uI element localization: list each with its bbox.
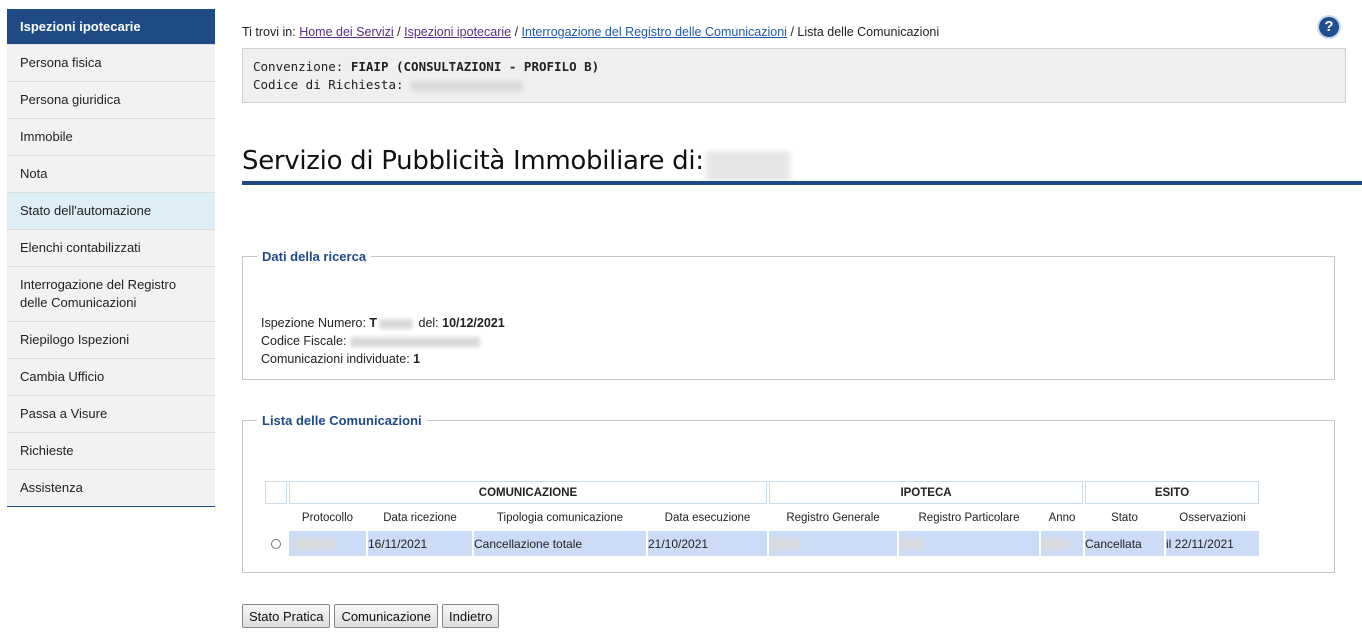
column-header-data-ricezione: Data ricezione: [383, 511, 457, 524]
column-header-tipologia: Tipologia comunicazione: [496, 511, 624, 524]
ispezione-prefix: T: [369, 316, 378, 330]
column-header-registro-particolare: Registro Particolare: [918, 511, 1020, 524]
group-comunicazione: COMUNICAZIONE: [289, 481, 767, 504]
comunicazioni-individuate: Comunicazioni individuate: 1: [261, 350, 505, 368]
sidebar-item-assistenza[interactable]: Assistenza: [7, 469, 215, 506]
breadcrumb: Ti trovi in: Home dei Servizi / Ispezion…: [242, 25, 939, 39]
row-select-cell: [265, 531, 287, 556]
sidebar-item-persona-fisica[interactable]: Persona fisica: [7, 44, 215, 81]
comunicazioni-label: Comunicazioni individuate:: [261, 352, 414, 366]
column-header-data-esecuzione: Data esecuzione: [664, 511, 751, 524]
cell-registro-particolare: [899, 531, 1039, 556]
cell-data-esecuzione: 21/10/2021: [648, 531, 767, 556]
ispezione-numero: Ispezione Numero: T del: 10/12/2021: [261, 314, 505, 332]
comunicazioni-table: COMUNICAZIONE IPOTECA ESITO Protocollo D…: [263, 479, 1261, 558]
dati-ricerca-legend: Dati della ricerca: [262, 249, 367, 264]
sidebar-item-richieste[interactable]: Richieste: [7, 432, 215, 469]
cell-data-ricezione: 16/11/2021: [368, 531, 472, 556]
table-row[interactable]: 16/11/2021 Cancellazione totale 21/10/20…: [265, 531, 1259, 556]
ufficio-redacted: [705, 150, 790, 181]
sidebar-item-persona-giuridica[interactable]: Persona giuridica: [7, 81, 215, 118]
sidebar-item-cambia-ufficio[interactable]: Cambia Ufficio: [7, 358, 215, 395]
codice-fiscale: Codice Fiscale:: [261, 332, 505, 350]
lista-comunicazioni-legend: Lista delle Comunicazioni: [262, 413, 422, 428]
sidebar-item-elenchi-contabilizzati[interactable]: Elenchi contabilizzati: [7, 229, 215, 266]
column-header-anno: Anno: [1048, 511, 1076, 524]
group-ipoteca: IPOTECA: [769, 481, 1083, 504]
sidebar-item-stato-automazione[interactable]: Stato dell'automazione: [7, 192, 215, 229]
row-select-radio[interactable]: [271, 539, 281, 550]
sidebar-item-nota[interactable]: Nota: [7, 155, 215, 192]
codice-richiesta-redacted: [411, 80, 524, 91]
lista-comunicazioni-panel: Lista delle Comunicazioni COMUNICAZIONE …: [242, 413, 1335, 573]
cell-protocollo: [289, 531, 366, 556]
ispezione-redacted: [379, 318, 414, 329]
column-header-registro-generale: Registro Generale: [786, 511, 880, 524]
indietro-button[interactable]: Indietro: [442, 604, 500, 628]
sidebar-header[interactable]: Ispezioni ipotecarie: [7, 9, 215, 44]
breadcrumb-separator: /: [393, 25, 405, 39]
breadcrumb-link-interrogazione[interactable]: Interrogazione del Registro delle Comuni…: [522, 25, 787, 39]
sidebar-item-interrogazione-registro[interactable]: Interrogazione del Registro delle Comuni…: [7, 266, 215, 321]
breadcrumb-prefix: Ti trovi in:: [242, 25, 300, 39]
convenzione-label: Convenzione:: [253, 59, 351, 74]
column-header-osservazioni: Osservazioni: [1179, 511, 1246, 524]
help-icon[interactable]: ?: [1319, 17, 1339, 37]
convenzione-value: FIAIP (CONSULTAZIONI - PROFILO B): [350, 59, 600, 74]
comunicazioni-value: 1: [413, 352, 421, 366]
title-divider: [242, 181, 1362, 185]
page-title: Servizio di Pubblicità Immobiliare di:: [242, 146, 704, 176]
registro-generale-redacted: [773, 539, 799, 550]
codice-richiesta-label: Codice di Richiesta:: [253, 77, 412, 92]
del-label: del:: [415, 316, 443, 330]
column-header-stato: Stato: [1111, 511, 1138, 524]
codice-fiscale-redacted: [349, 336, 480, 347]
breadcrumb-link-home[interactable]: Home dei Servizi: [299, 25, 393, 39]
title-area: Servizio di Pubblicità Immobiliare di:: [242, 146, 1362, 181]
sidebar-item-passa-a-visure[interactable]: Passa a Visure: [7, 395, 215, 432]
breadcrumb-separator: /: [511, 25, 522, 39]
sidebar-item-riepilogo-ispezioni[interactable]: Riepilogo Ispezioni: [7, 321, 215, 358]
anno-redacted: [1043, 539, 1069, 550]
protocollo-redacted: [295, 539, 335, 550]
convenzione-box: Convenzione: FIAIP (CONSULTAZIONI - PROF…: [242, 48, 1346, 103]
stato-pratica-button[interactable]: Stato Pratica: [242, 604, 331, 628]
sidebar: Ispezioni ipotecarie Persona fisica Pers…: [7, 9, 215, 507]
cell-registro-generale: [769, 531, 897, 556]
ispezione-label: Ispezione Numero:: [261, 316, 370, 330]
group-esito: ESITO: [1085, 481, 1259, 504]
select-header: [265, 481, 287, 504]
breadcrumb-separator: /: [786, 25, 798, 39]
cell-tipologia: Cancellazione totale: [474, 531, 646, 556]
action-buttons: Stato Pratica Comunicazione Indietro: [242, 604, 500, 628]
del-value: 10/12/2021: [442, 316, 505, 330]
comunicazione-button[interactable]: Comunicazione: [334, 604, 439, 628]
sidebar-item-immobile[interactable]: Immobile: [7, 118, 215, 155]
column-header-select: [265, 506, 287, 529]
dati-ricerca-panel: Dati della ricerca Ispezione Numero: T d…: [242, 249, 1335, 380]
breadcrumb-current: Lista delle Comunicazioni: [797, 25, 940, 39]
column-header-protocollo: Protocollo: [301, 511, 354, 524]
cell-anno: [1041, 531, 1083, 556]
cell-osservazioni: il 22/11/2021: [1166, 531, 1259, 556]
breadcrumb-link-ispezioni[interactable]: Ispezioni ipotecarie: [404, 25, 511, 39]
codice-fiscale-label: Codice Fiscale:: [261, 334, 350, 348]
cell-stato: Cancellata: [1085, 531, 1164, 556]
registro-particolare-redacted: [901, 539, 923, 550]
